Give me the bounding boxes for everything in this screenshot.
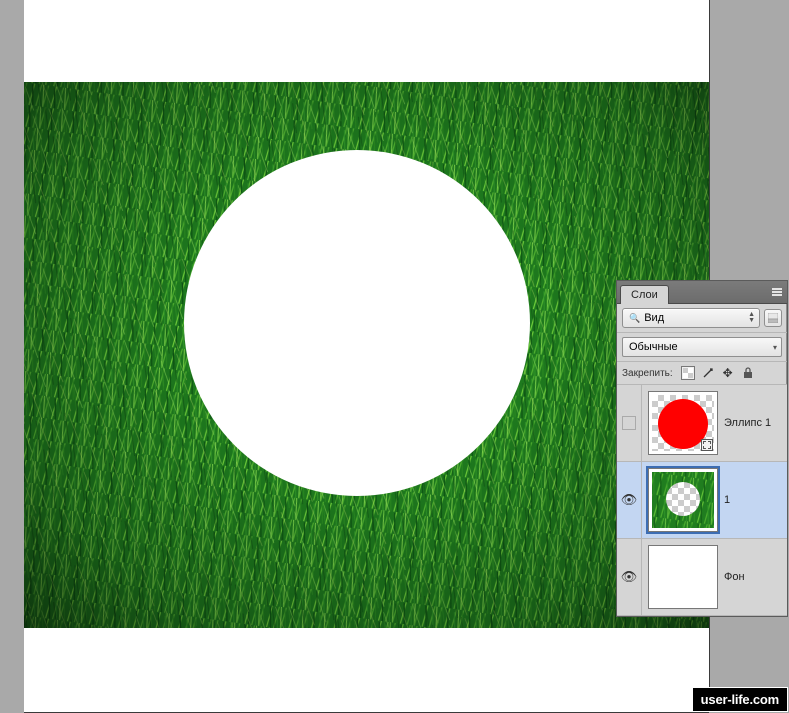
grass-image-layer	[24, 82, 709, 628]
visibility-toggle[interactable]: 👁	[617, 539, 642, 615]
watermark-badge: user-life.com	[692, 687, 788, 712]
eye-icon: 👁	[621, 569, 638, 585]
chevron-down-icon: ▾	[773, 343, 777, 352]
search-icon: 🔍	[629, 313, 640, 324]
document-canvas[interactable]	[24, 0, 709, 712]
lock-transparency-icon[interactable]	[681, 366, 695, 380]
layer-thumbnail[interactable]	[648, 545, 718, 609]
panel-menu-icon[interactable]	[767, 281, 787, 303]
updown-icon: ▲▼	[748, 312, 755, 324]
layer-name-label: 1	[724, 494, 730, 506]
vector-mask-badge	[701, 439, 713, 451]
layer-name-label: Эллипс 1	[724, 417, 771, 429]
blend-mode-row: Обычные ▾	[617, 333, 787, 362]
lock-position-icon[interactable]: ✥	[721, 366, 735, 380]
layer-item-grass[interactable]: 👁 1	[617, 462, 787, 539]
tab-layers[interactable]: Слои	[620, 285, 669, 304]
layer-thumbnail[interactable]	[648, 468, 718, 532]
layer-name-label: Фон	[724, 571, 745, 583]
blend-mode-select[interactable]: Обычные ▾	[622, 337, 782, 357]
visibility-toggle[interactable]: 👁	[617, 462, 642, 538]
layer-thumbnail[interactable]	[648, 391, 718, 455]
lock-icons-group: ✥	[681, 366, 755, 380]
panel-tab-bar: Слои	[617, 281, 787, 304]
kind-select-label: Вид	[644, 312, 664, 324]
layer-item-background[interactable]: 👁 Фон	[617, 539, 787, 616]
lock-pixels-icon[interactable]	[701, 366, 715, 380]
lock-label: Закрепить:	[622, 368, 673, 379]
visibility-toggle[interactable]	[617, 385, 642, 461]
layers-panel: Слои 🔍 Вид ▲▼ Обычные ▾ Закрепить: ✥	[616, 280, 788, 617]
lock-row: Закрепить: ✥	[617, 362, 787, 385]
eye-icon: 👁	[621, 492, 638, 508]
layer-item-ellipse[interactable]: Эллипс 1	[617, 385, 787, 462]
kind-select[interactable]: 🔍 Вид ▲▼	[622, 308, 760, 328]
blend-mode-label: Обычные	[629, 341, 678, 353]
white-circle-cutout	[184, 150, 530, 496]
layer-list: Эллипс 1 👁 1 👁	[617, 385, 787, 616]
lock-all-icon[interactable]	[741, 366, 755, 380]
visibility-off-icon	[622, 416, 636, 430]
kind-filter-row: 🔍 Вид ▲▼	[617, 304, 787, 333]
filter-toggle-icon[interactable]	[764, 309, 782, 327]
